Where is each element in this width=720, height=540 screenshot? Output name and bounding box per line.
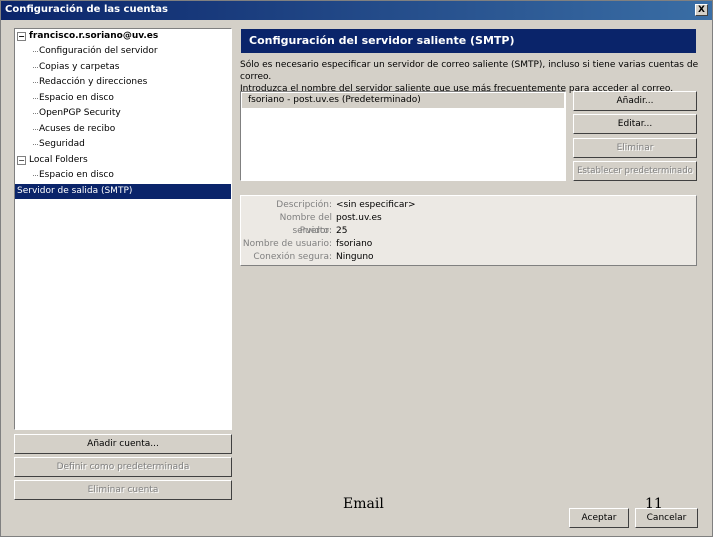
title-bar[interactable]: Configuración de las cuentas X xyxy=(1,1,712,20)
tree-item-security[interactable]: Seguridad xyxy=(33,137,85,152)
detail-label: Puerto: xyxy=(299,226,332,236)
detail-value: fsoriano xyxy=(336,239,373,249)
account-tree[interactable]: − francisco.r.soriano@uv.es Configuración… xyxy=(14,28,232,430)
detail-label: Descripción: xyxy=(276,200,332,210)
accept-button[interactable]: Aceptar xyxy=(569,508,629,528)
smtp-server-list[interactable]: fsoriano - post.uv.es (Predeterminado) xyxy=(240,91,566,181)
tree-item-copies-folders[interactable]: Copias y carpetas xyxy=(32,60,119,75)
tree-item-disk-space[interactable]: Espacio en disco xyxy=(33,91,114,106)
list-item[interactable]: fsoriano - post.uv.es (Predeterminado) xyxy=(242,93,564,108)
tree-item-composition[interactable]: Redacción y direcciones xyxy=(32,75,147,90)
tree-item-openpgp[interactable]: OpenPGP Security xyxy=(33,106,121,121)
detail-value: post.uv.es xyxy=(336,213,382,223)
page-title: Configuración del servidor saliente (SMT… xyxy=(241,29,696,53)
remove-account-button[interactable]: Eliminar cuenta xyxy=(14,480,232,500)
remove-server-button[interactable]: Eliminar xyxy=(573,138,697,158)
tree-item-receipts[interactable]: Acuses de recibo xyxy=(32,122,115,137)
detail-value: Ninguno xyxy=(336,252,374,262)
smtp-description: Sólo es necesario especificar un servido… xyxy=(240,59,700,95)
add-server-button[interactable]: Añadir... xyxy=(573,91,697,111)
tree-item-local-disk-space[interactable]: Espacio en disco xyxy=(33,168,114,183)
add-account-button[interactable]: Añadir cuenta... xyxy=(14,434,232,454)
account-label: francisco.r.soriano@uv.es xyxy=(29,31,159,41)
account-settings-window: Configuración de las cuentas X − francisc… xyxy=(0,0,713,537)
local-folders-label: Local Folders xyxy=(29,155,88,165)
collapse-icon[interactable]: − xyxy=(17,156,26,165)
description-line-1: Sólo es necesario especificar un servido… xyxy=(240,60,699,82)
slide-label: Email xyxy=(343,496,384,512)
collapse-icon[interactable]: − xyxy=(17,32,26,41)
tree-item-smtp[interactable]: Servidor de salida (SMTP) xyxy=(15,184,231,199)
detail-label: Nombre de usuario: xyxy=(242,239,332,249)
set-default-account-button[interactable]: Definir como predeterminada xyxy=(14,457,232,477)
close-button[interactable]: X xyxy=(695,4,708,16)
set-default-server-button[interactable]: Establecer predeterminado xyxy=(573,161,697,181)
tree-item-server-settings[interactable]: Configuración del servidor xyxy=(33,44,158,59)
detail-value: <sin especificar> xyxy=(336,200,416,210)
detail-value: 25 xyxy=(336,226,348,236)
tree-account[interactable]: − francisco.r.soriano@uv.es xyxy=(15,29,158,44)
window-title: Configuración de las cuentas xyxy=(5,4,168,15)
server-details: Descripción: <sin especificar> Nombre de… xyxy=(240,195,697,266)
page-number: 11 xyxy=(645,496,663,512)
edit-server-button[interactable]: Editar... xyxy=(573,114,697,134)
tree-local-folders[interactable]: − Local Folders xyxy=(15,153,88,168)
detail-label: Conexión segura: xyxy=(253,252,332,262)
